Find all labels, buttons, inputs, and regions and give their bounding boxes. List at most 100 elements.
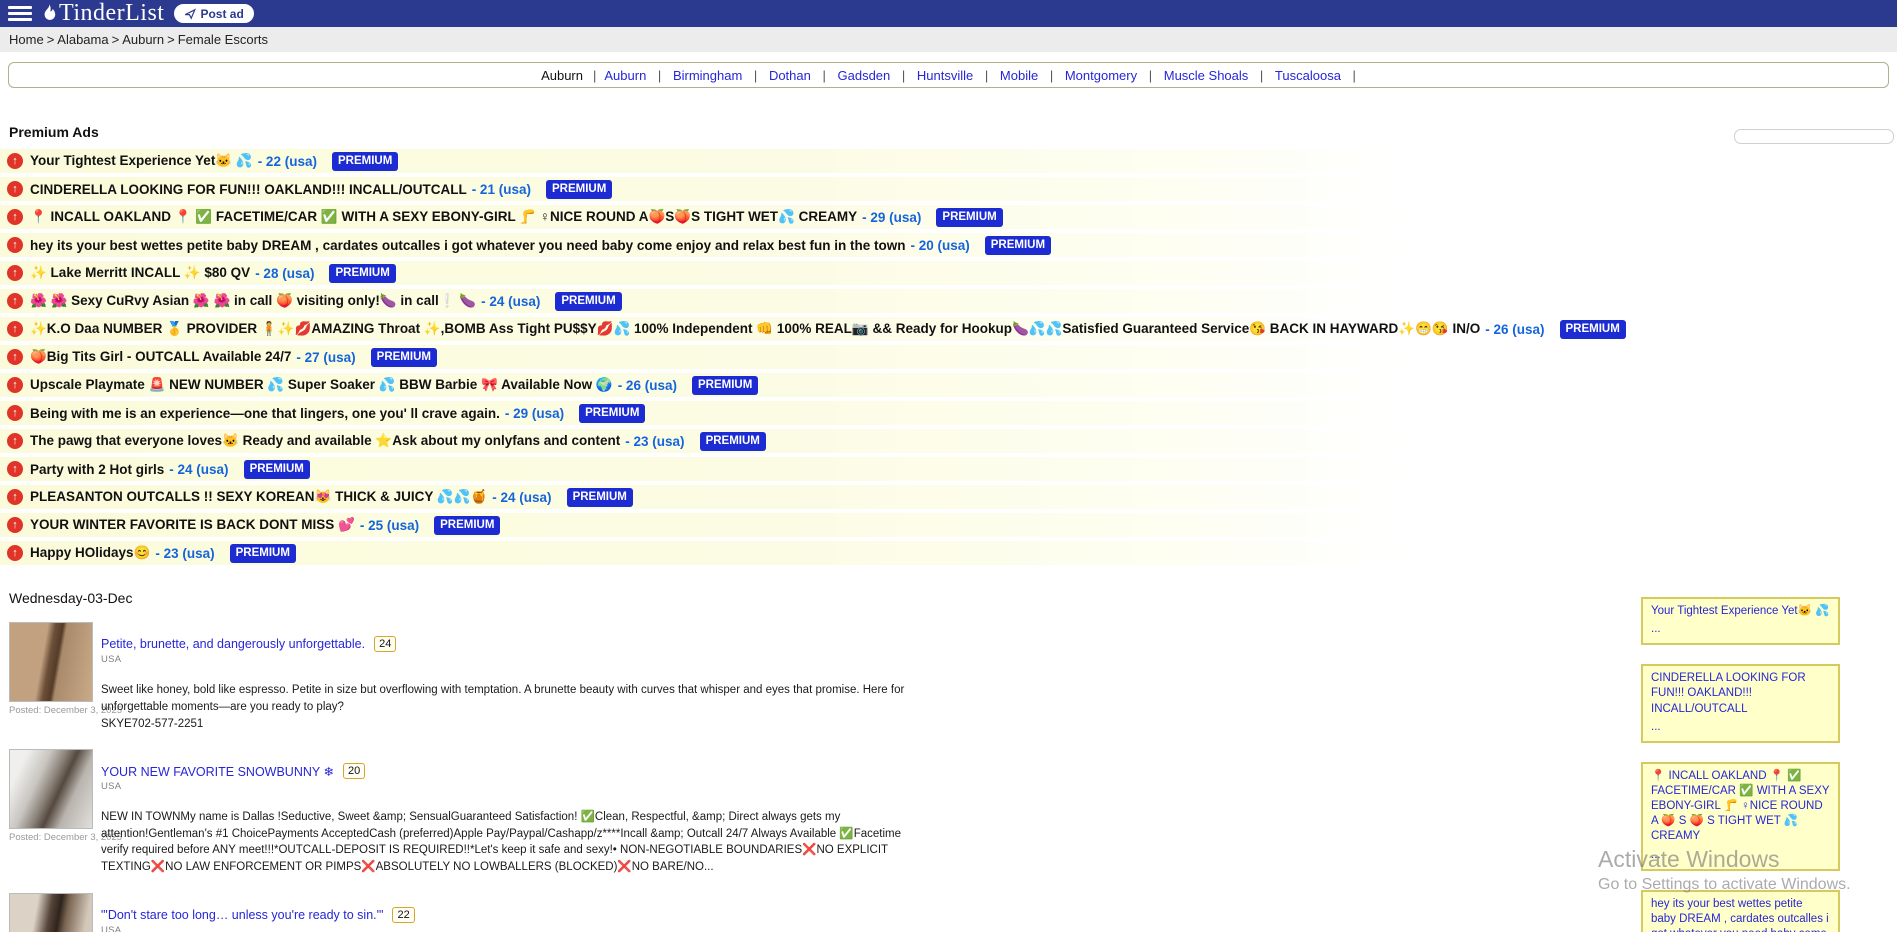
listing-location: USA — [101, 781, 916, 792]
listing-title-link[interactable]: Petite, brunette, and dangerously unforg… — [101, 637, 365, 651]
premium-ads-heading: Premium Ads — [0, 119, 1897, 145]
boost-up-icon[interactable]: ↑ — [7, 461, 23, 477]
premium-badge[interactable]: PREMIUM — [329, 264, 395, 283]
premium-ad-title[interactable]: Your Tightest Experience Yet🐱 💦 — [30, 153, 253, 169]
premium-badge[interactable]: PREMIUM — [579, 404, 645, 423]
premium-badge[interactable]: PREMIUM — [546, 180, 612, 199]
post-ad-button[interactable]: Post ad — [174, 4, 253, 23]
sidebar-ad-box[interactable]: CINDERELLA LOOKING FOR FUN!!! OAKLAND!!!… — [1641, 664, 1840, 743]
listing-description: Sweet like honey, bold like espresso. Pe… — [101, 682, 916, 715]
premium-ad-row: ↑ YOUR WINTER FAVORITE IS BACK DONT MISS… — [0, 513, 1897, 537]
age-badge: 20 — [343, 763, 365, 779]
premium-ads-list: ↑ Your Tightest Experience Yet🐱 💦 - 22 (… — [0, 149, 1897, 565]
listing-title-link[interactable]: "'Don't stare too long… unless you're re… — [101, 908, 383, 922]
listing-thumbnail[interactable] — [9, 749, 93, 829]
breadcrumb-separator: > — [167, 32, 175, 47]
premium-badge[interactable]: PREMIUM — [700, 432, 766, 451]
premium-ad-title[interactable]: PLEASANTON OUTCALLS !! SEXY KOREAN😻 THIC… — [30, 489, 487, 505]
premium-ad-row: ↑ 🍑Big Tits Girl - OUTCALL Available 24/… — [0, 345, 1897, 369]
listing-title-link[interactable]: YOUR NEW FAVORITE SNOWBUNNY ❄ — [101, 764, 334, 779]
city-link[interactable]: Gadsden — [838, 68, 891, 83]
premium-badge[interactable]: PREMIUM — [371, 348, 437, 367]
boost-up-icon[interactable]: ↑ — [7, 517, 23, 533]
premium-ad-age-country: - 24 (usa) — [492, 490, 551, 505]
sidebar-ad-link[interactable]: hey its your best wettes petite baby DRE… — [1651, 897, 1830, 932]
listing-location: USA — [101, 654, 916, 665]
listing-thumbnail[interactable] — [9, 622, 93, 702]
listing-body: "'Don't stare too long… unless you're re… — [101, 893, 916, 932]
city-link[interactable]: Dothan — [769, 68, 811, 83]
floating-input-box[interactable] — [1734, 129, 1894, 144]
premium-badge[interactable]: PREMIUM — [434, 516, 500, 535]
site-logo-text: TinderList — [59, 0, 164, 27]
breadcrumb-separator: > — [112, 32, 120, 47]
city-link[interactable]: Mobile — [1000, 68, 1038, 83]
premium-ad-row: ↑ Upscale Playmate 🚨 NEW NUMBER 💦 Super … — [0, 373, 1897, 397]
hamburger-menu-icon[interactable] — [8, 6, 32, 21]
boost-up-icon[interactable]: ↑ — [7, 489, 23, 505]
premium-badge[interactable]: PREMIUM — [1560, 320, 1626, 339]
premium-ad-title[interactable]: Party with 2 Hot girls — [30, 462, 164, 477]
boost-up-icon[interactable]: ↑ — [7, 545, 23, 561]
premium-ad-age-country: - 24 (usa) — [481, 294, 540, 309]
listings: Posted: December 3, 2025 Petite, brunett… — [0, 622, 1897, 932]
premium-ad-title[interactable]: Upscale Playmate 🚨 NEW NUMBER 💦 Super So… — [30, 377, 613, 393]
breadcrumb-city[interactable]: Auburn — [122, 32, 164, 47]
premium-badge[interactable]: PREMIUM — [692, 376, 758, 395]
premium-ad-title[interactable]: 🍑Big Tits Girl - OUTCALL Available 24/7 — [30, 349, 291, 365]
premium-ad-title[interactable]: Being with me is an experience—one that … — [30, 406, 500, 421]
breadcrumb-home[interactable]: Home — [9, 32, 44, 47]
boost-up-icon[interactable]: ↑ — [7, 209, 23, 225]
city-link[interactable]: Montgomery — [1065, 68, 1137, 83]
city-link[interactable]: Birmingham — [673, 68, 742, 83]
boost-up-icon[interactable]: ↑ — [7, 405, 23, 421]
boost-up-icon[interactable]: ↑ — [7, 293, 23, 309]
premium-ad-title[interactable]: ✨K.O Daa NUMBER 🥇 PROVIDER 🧍✨💋AMAZING Th… — [30, 321, 1480, 337]
boost-up-icon[interactable]: ↑ — [7, 377, 23, 393]
boost-up-icon[interactable]: ↑ — [7, 237, 23, 253]
premium-ad-title[interactable]: 📍 INCALL OAKLAND 📍 ✅ FACETIME/CAR ✅ WITH… — [30, 209, 857, 225]
premium-ad-title[interactable]: YOUR WINTER FAVORITE IS BACK DONT MISS 💕 — [30, 517, 355, 533]
premium-ad-age-country: - 27 (usa) — [296, 350, 355, 365]
sidebar-ad-link[interactable]: 📍 INCALL OAKLAND 📍 ✅ FACETIME/CAR ✅ WITH… — [1651, 769, 1830, 845]
premium-badge[interactable]: PREMIUM — [555, 292, 621, 311]
premium-ad-title[interactable]: CINDERELLA LOOKING FOR FUN!!! OAKLAND!!!… — [30, 182, 467, 197]
premium-ad-title[interactable]: hey its your best wettes petite baby DRE… — [30, 238, 905, 253]
premium-ad-age-country: - 26 (usa) — [1485, 322, 1544, 337]
top-navbar: TinderList Post ad — [0, 0, 1897, 27]
premium-ad-age-country: - 22 (usa) — [258, 154, 317, 169]
city-current: Auburn — [541, 68, 583, 83]
premium-ad-title[interactable]: 🌺 🌺 Sexy CuRvy Asian 🌺 🌺 in call 🍑 visit… — [30, 293, 476, 309]
boost-up-icon[interactable]: ↑ — [7, 349, 23, 365]
premium-badge[interactable]: PREMIUM — [936, 208, 1002, 227]
premium-ad-title[interactable]: ✨ Lake Merritt INCALL ✨ $80 QV — [30, 265, 250, 281]
premium-badge[interactable]: PREMIUM — [244, 460, 310, 479]
premium-badge[interactable]: PREMIUM — [332, 152, 398, 171]
city-link[interactable]: Muscle Shoals — [1164, 68, 1249, 83]
sidebar-ad-more: ... — [1651, 849, 1661, 861]
premium-badge[interactable]: PREMIUM — [230, 544, 296, 563]
premium-ad-title[interactable]: The pawg that everyone loves🐱 Ready and … — [30, 433, 620, 449]
premium-ad-row: ↑ Being with me is an experience—one tha… — [0, 401, 1897, 425]
site-logo[interactable]: TinderList — [40, 0, 164, 27]
premium-badge[interactable]: PREMIUM — [567, 488, 633, 507]
city-link[interactable]: Auburn — [604, 68, 646, 83]
city-link[interactable]: Tuscaloosa — [1275, 68, 1341, 83]
boost-up-icon[interactable]: ↑ — [7, 321, 23, 337]
listing-body: YOUR NEW FAVORITE SNOWBUNNY ❄ 20 USA NEW… — [101, 749, 916, 877]
city-link[interactable]: Huntsville — [917, 68, 973, 83]
boost-up-icon[interactable]: ↑ — [7, 153, 23, 169]
listing-photo-column: Posted: December 3, 2025 — [9, 749, 101, 877]
sidebar-ad-box[interactable]: hey its your best wettes petite baby DRE… — [1641, 890, 1840, 932]
premium-ad-title[interactable]: Happy HOlidays😊 — [30, 545, 150, 561]
boost-up-icon[interactable]: ↑ — [7, 181, 23, 197]
premium-badge[interactable]: PREMIUM — [985, 236, 1051, 255]
sidebar-ad-box[interactable]: Your Tightest Experience Yet🐱 💦 ... — [1641, 597, 1840, 645]
listing-thumbnail[interactable] — [9, 893, 93, 932]
boost-up-icon[interactable]: ↑ — [7, 433, 23, 449]
breadcrumb-state[interactable]: Alabama — [57, 32, 108, 47]
sidebar-ad-link[interactable]: CINDERELLA LOOKING FOR FUN!!! OAKLAND!!!… — [1651, 671, 1830, 717]
sidebar-ad-box[interactable]: 📍 INCALL OAKLAND 📍 ✅ FACETIME/CAR ✅ WITH… — [1641, 762, 1840, 871]
sidebar-ad-link[interactable]: Your Tightest Experience Yet🐱 💦 — [1651, 604, 1830, 619]
boost-up-icon[interactable]: ↑ — [7, 265, 23, 281]
